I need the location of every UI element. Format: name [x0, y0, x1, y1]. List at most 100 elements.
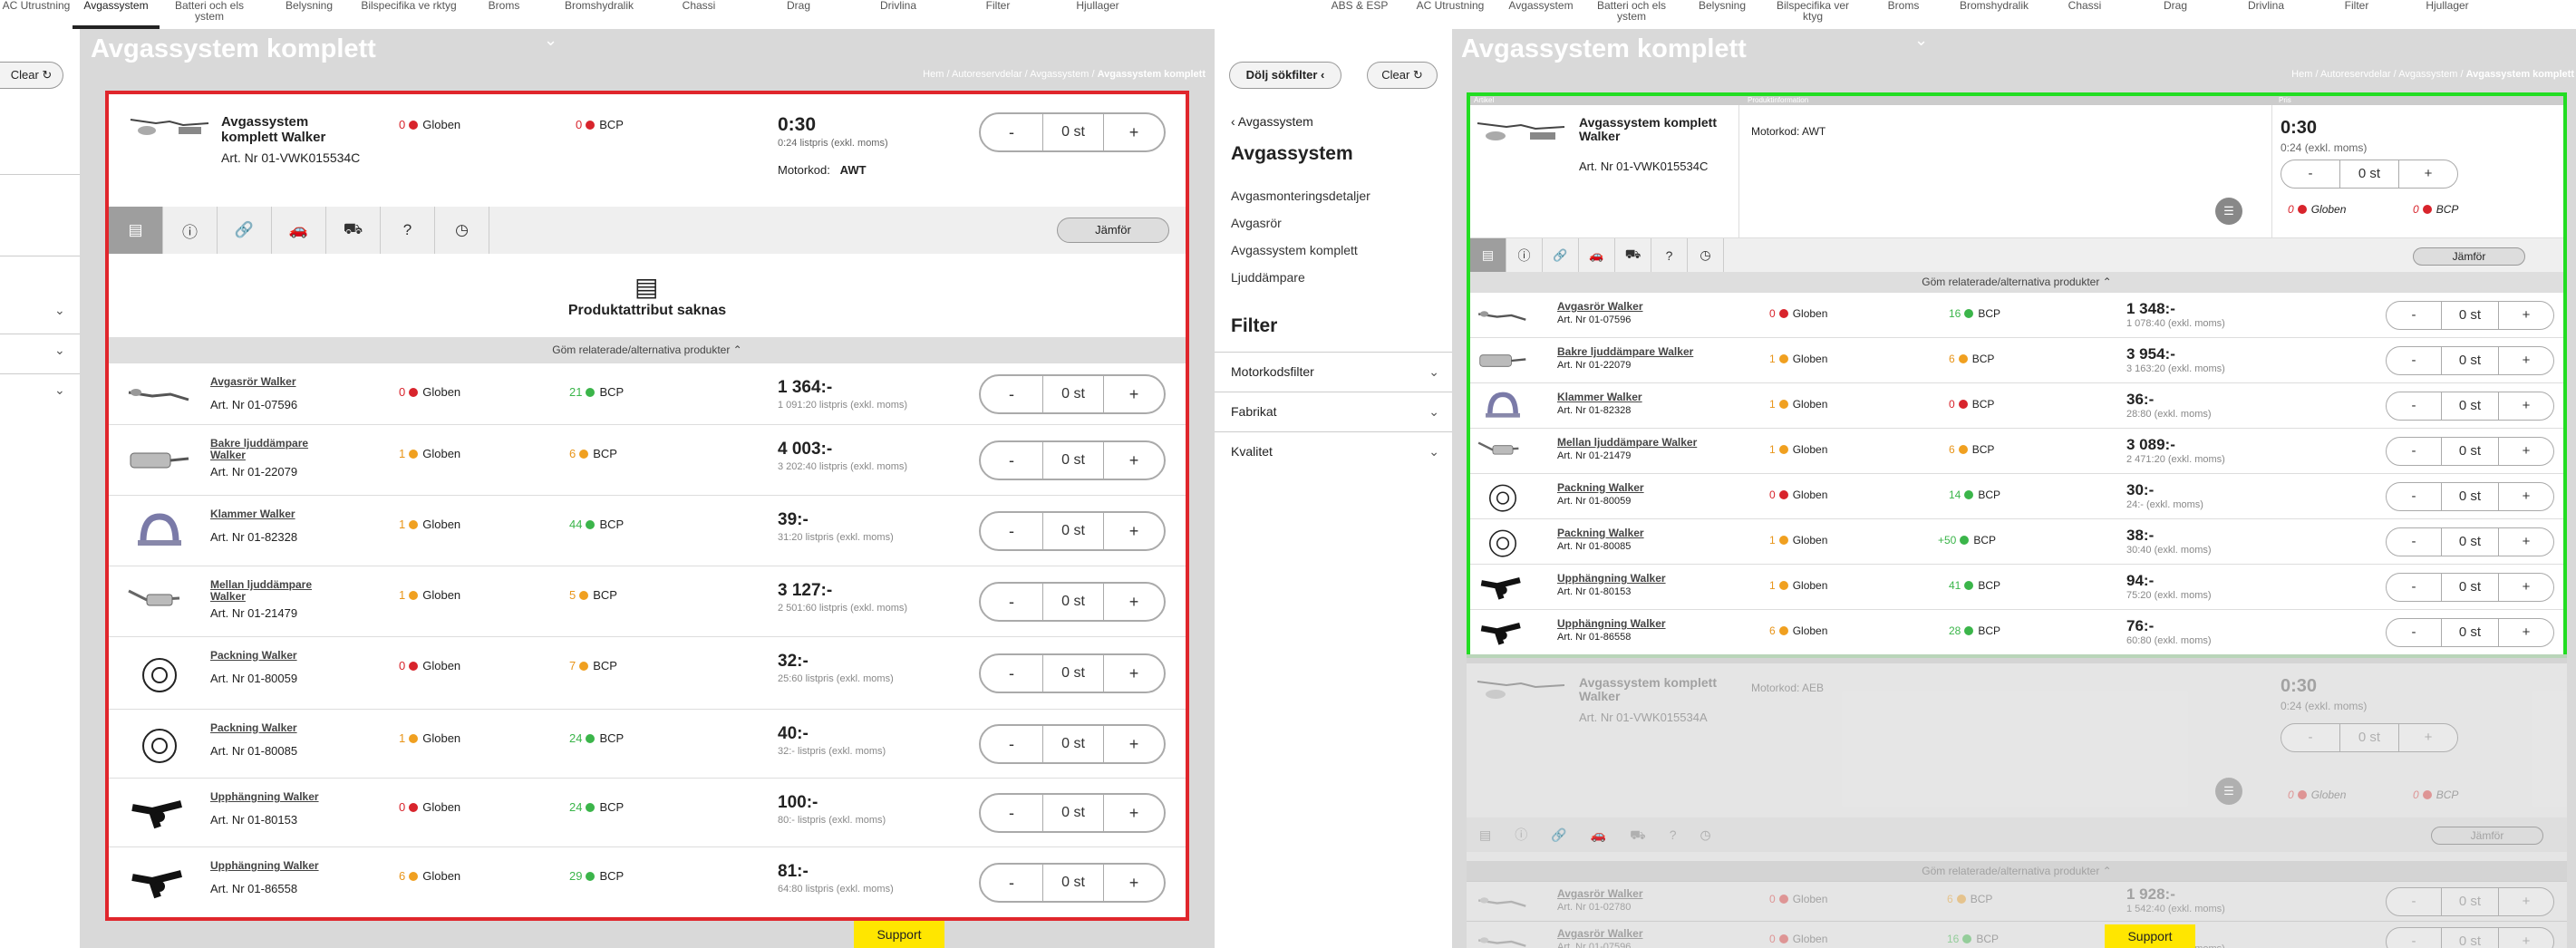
attributes-icon[interactable]: ▤ [1470, 238, 1506, 272]
product-thumbnail[interactable] [125, 786, 194, 840]
decrease-button[interactable]: - [2387, 302, 2441, 329]
support-button[interactable]: Support [2105, 924, 2195, 948]
nav-tab[interactable]: Broms [1858, 0, 1949, 29]
product-thumbnail[interactable] [1476, 342, 1530, 380]
product-thumbnail[interactable] [125, 432, 194, 489]
increase-button[interactable]: + [2499, 888, 2553, 915]
decrease-button[interactable]: - [2281, 724, 2339, 751]
decrease-button[interactable]: - [2387, 347, 2441, 374]
breadcrumb-link[interactable]: Avgassystem [2398, 69, 2457, 80]
clear-button[interactable]: Clear ↻ [1367, 62, 1438, 89]
breadcrumb-link[interactable]: Avgassystem [1030, 69, 1089, 80]
quantity-stepper[interactable]: -0 st + [979, 863, 1166, 903]
quantity-stepper[interactable]: - 0 st + [2281, 160, 2458, 189]
quantity-field[interactable]: 0 st [2339, 160, 2399, 188]
back-link[interactable]: ‹ Avgassystem [1231, 114, 1313, 129]
toggle-related-products[interactable]: Göm relaterade/alternativa produkter ⌃ [1467, 861, 2567, 881]
car-icon[interactable]: 🚗 [272, 207, 326, 254]
quantity-stepper[interactable]: -0 st + [2386, 346, 2554, 375]
second-product-thumbnail[interactable] [1476, 674, 1566, 703]
increase-button[interactable]: + [1104, 376, 1164, 412]
quantity-field[interactable]: 0 st [2441, 928, 2499, 948]
product-thumbnail[interactable] [125, 574, 194, 630]
toggle-related-products[interactable]: Göm relaterade/alternativa produkter ⌃ [1470, 272, 2563, 292]
product-name-link[interactable]: Packning Walker [210, 722, 337, 734]
product-name-link[interactable]: Upphängning Walker [1557, 617, 1666, 630]
increase-button[interactable]: + [2399, 724, 2457, 751]
product-thumbnail[interactable] [1476, 523, 1530, 561]
hide-filter-button[interactable]: Dölj sökfilter ‹ [1229, 62, 1341, 89]
product-thumbnail[interactable] [125, 503, 194, 559]
filter-section[interactable]: Motorkodsfilter ⌄ [1215, 352, 1452, 392]
car-icon[interactable]: 🚗 [1579, 238, 1615, 272]
increase-button[interactable]: + [2499, 574, 2553, 601]
quantity-stepper[interactable]: -0 st + [2386, 618, 2554, 647]
chevron-down-icon[interactable]: ⌄ [54, 382, 65, 398]
quantity-field[interactable]: 0 st [1042, 865, 1104, 901]
product-name-link[interactable]: Avgasrör Walker [1557, 887, 1642, 900]
increase-button[interactable]: + [2399, 160, 2457, 188]
breadcrumb-link[interactable]: Autoreservdelar [952, 69, 1022, 80]
nav-tab[interactable]: Drivlina [2221, 0, 2311, 29]
increase-button[interactable]: + [1104, 795, 1164, 831]
info-icon[interactable]: ⓘ [163, 207, 218, 254]
quantity-stepper[interactable]: -0 st + [979, 582, 1166, 622]
main-product-thumbnail[interactable] [1476, 116, 1566, 145]
decrease-button[interactable]: - [2387, 528, 2441, 556]
quantity-stepper[interactable]: -0 st + [2386, 927, 2554, 948]
nav-tab[interactable]: Filter [948, 0, 1048, 29]
quantity-stepper[interactable]: -0 st + [979, 724, 1166, 764]
quantity-stepper[interactable]: -0 st + [2386, 392, 2554, 421]
breadcrumb-link[interactable]: Autoreservdelar [2320, 69, 2391, 80]
increase-button[interactable]: + [1104, 726, 1164, 762]
product-name-link[interactable]: Upphängning Walker [210, 791, 337, 803]
filter-section[interactable]: Kvalitet ⌄ [1215, 431, 1452, 471]
decrease-button[interactable]: - [981, 726, 1042, 762]
decrease-button[interactable]: - [2387, 928, 2441, 948]
help-icon[interactable]: ? [1651, 238, 1688, 272]
decrease-button[interactable]: - [981, 114, 1042, 150]
quantity-field[interactable]: 0 st [2441, 302, 2499, 329]
nav-tab[interactable]: Batteri och els ystem [160, 0, 259, 29]
list-icon[interactable]: ☰ [2215, 198, 2242, 225]
info-icon[interactable]: ⓘ [1506, 238, 1543, 272]
toggle-related-products[interactable]: Göm relaterade/alternativa produkter ⌃ [109, 337, 1186, 363]
nav-tab[interactable]: Drag [749, 0, 848, 29]
nav-tab[interactable]: Drag [2130, 0, 2221, 29]
quantity-stepper[interactable]: - 0 st + [979, 112, 1166, 152]
product-name-link[interactable]: Upphängning Walker [1557, 572, 1666, 585]
increase-button[interactable]: + [1104, 513, 1164, 549]
decrease-button[interactable]: - [981, 795, 1042, 831]
product-thumbnail[interactable] [1476, 432, 1530, 470]
chevron-down-icon[interactable]: ⌄ [54, 343, 65, 358]
quantity-stepper[interactable]: -0 st + [979, 440, 1166, 480]
support-button[interactable]: Support [854, 921, 944, 948]
nav-tab[interactable]: AC Utrustning [0, 0, 73, 29]
link-icon[interactable]: 🔗 [218, 207, 272, 254]
product-thumbnail[interactable] [1476, 885, 1530, 918]
list-icon[interactable]: ☰ [2215, 778, 2242, 805]
quantity-field[interactable]: 0 st [1042, 584, 1104, 620]
quantity-field[interactable]: 0 st [2441, 888, 2499, 915]
product-thumbnail[interactable] [125, 717, 194, 771]
nav-tab[interactable]: Bromshydralik [1949, 0, 2039, 29]
product-thumbnail[interactable] [125, 644, 194, 702]
product-thumbnail[interactable] [1476, 296, 1530, 334]
increase-button[interactable]: + [1104, 114, 1164, 150]
quantity-field[interactable]: 0 st [1042, 655, 1104, 692]
category-link[interactable]: Avgasrör [1231, 216, 1370, 230]
increase-button[interactable]: + [2499, 483, 2553, 510]
category-link[interactable]: Avgassystem komplett [1231, 243, 1370, 257]
product-name-link[interactable]: Mellan ljuddämpare Walker [1557, 436, 1697, 449]
main-product-thumbnail[interactable] [129, 112, 210, 140]
chevron-down-icon[interactable]: ⌄ [544, 31, 557, 50]
quantity-stepper[interactable]: -0 st + [979, 374, 1166, 414]
product-thumbnail[interactable] [1476, 925, 1530, 948]
decrease-button[interactable]: - [981, 442, 1042, 479]
nav-tab[interactable]: ABS & ESP [1314, 0, 1405, 29]
main-product-name[interactable]: Avgassystem komplett Walker [221, 114, 366, 145]
left-clear-button[interactable]: Clear ↻ [0, 62, 63, 89]
nav-tab[interactable]: Filter [2311, 0, 2402, 29]
quantity-stepper[interactable]: -0 st + [2386, 887, 2554, 916]
decrease-button[interactable]: - [2387, 619, 2441, 646]
